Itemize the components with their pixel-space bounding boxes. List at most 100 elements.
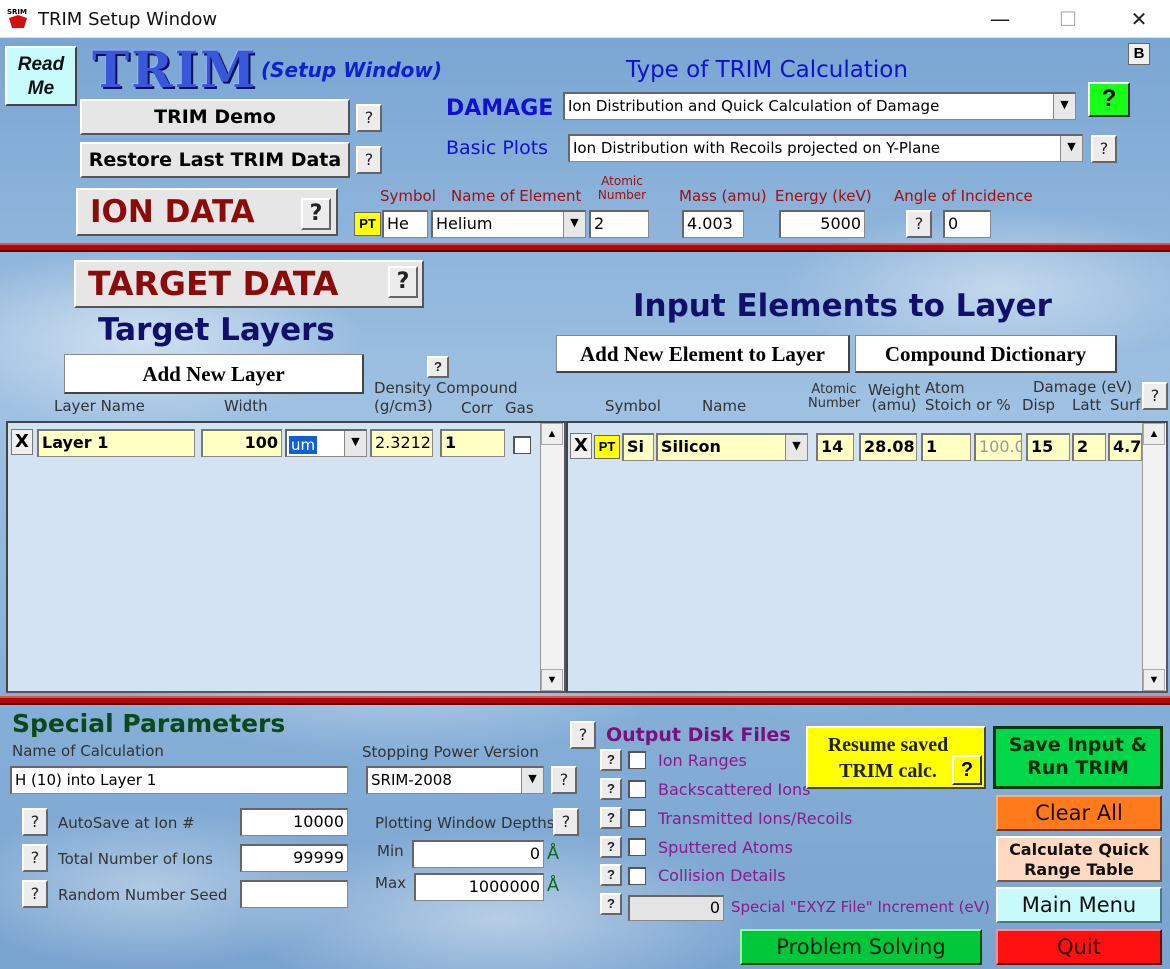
element-atomic-input[interactable]: 14 <box>816 433 854 461</box>
backscattered-help-button[interactable]: ? <box>600 778 622 800</box>
gas-checkbox[interactable] <box>513 436 531 454</box>
scroll-down-icon[interactable]: ▼ <box>541 669 563 691</box>
layer-help-button[interactable]: ? <box>427 356 449 378</box>
surf-header: Surf <box>1110 396 1141 414</box>
basic-plots-select[interactable]: Ion Distribution with Recoils projected … <box>568 134 1083 162</box>
layer-name-input[interactable]: Layer 1 <box>37 429 195 457</box>
ion-periodic-table-button[interactable]: PT <box>354 212 381 236</box>
random-seed-input[interactable] <box>240 880 348 908</box>
quit-button[interactable]: Quit <box>996 929 1162 965</box>
element-percent-input[interactable]: 100.0 <box>974 433 1022 461</box>
element-help-button[interactable]: ? <box>1142 382 1168 410</box>
input-elements-title: Input Elements to Layer <box>633 288 1052 324</box>
element-latt-input[interactable]: 2 <box>1072 433 1106 461</box>
b-button[interactable]: B <box>1128 43 1150 65</box>
element-symbol-input[interactable]: Si <box>622 433 654 461</box>
minimize-button[interactable]: — <box>964 0 1036 38</box>
layer-width-input[interactable]: 100 <box>201 429 282 457</box>
chevron-down-icon[interactable]: ▼ <box>563 212 585 237</box>
total-ions-help-button[interactable]: ? <box>22 844 48 872</box>
chevron-down-icon[interactable]: ▼ <box>1060 136 1082 161</box>
ion-atomic-number-input[interactable]: 2 <box>589 210 649 238</box>
collision-details-help-button[interactable]: ? <box>600 864 622 886</box>
autosave-help-button[interactable]: ? <box>22 808 48 836</box>
backscattered-checkbox[interactable] <box>628 780 646 798</box>
gas-header: Gas <box>505 399 534 417</box>
calculate-quick-range-table-button[interactable]: Calculate Quick Range Table <box>996 836 1162 882</box>
output-help-button[interactable]: ? <box>570 721 596 749</box>
angle-help-button[interactable]: ? <box>906 210 932 238</box>
ion-energy-header: Energy (keV) <box>775 187 872 205</box>
read-me-button[interactable]: Read Me <box>5 46 77 106</box>
elements-scrollbar[interactable]: ▲ ▼ <box>1142 423 1166 691</box>
stopping-power-select[interactable]: SRIM-2008 ▼ <box>366 766 544 794</box>
chevron-down-icon[interactable]: ▼ <box>344 431 366 456</box>
chevron-down-icon[interactable]: ▼ <box>1053 94 1075 119</box>
collision-details-checkbox[interactable] <box>628 867 646 885</box>
chevron-down-icon[interactable]: ▼ <box>521 768 543 793</box>
add-new-layer-button[interactable]: Add New Layer <box>64 354 364 394</box>
ion-ranges-checkbox[interactable] <box>628 751 646 769</box>
calc-name-input[interactable]: H (10) into Layer 1 <box>10 766 348 794</box>
transmitted-checkbox[interactable] <box>628 809 646 827</box>
chevron-down-icon[interactable]: ▼ <box>785 435 807 460</box>
restore-help-button[interactable]: ? <box>356 146 382 174</box>
sputtered-label: Sputtered Atoms <box>658 838 793 857</box>
plotting-depths-help-button[interactable]: ? <box>553 808 579 836</box>
ion-energy-input[interactable]: 5000 <box>779 210 865 238</box>
scroll-up-icon[interactable]: ▲ <box>541 423 563 445</box>
save-input-run-trim-button[interactable]: Save Input & Run TRIM <box>993 726 1163 789</box>
max-depth-input[interactable]: 1000000 <box>414 873 544 901</box>
min-depth-input[interactable]: 0 <box>412 840 544 868</box>
close-button[interactable]: ✕ <box>1103 0 1170 38</box>
transmitted-help-button[interactable]: ? <box>600 807 622 829</box>
delete-layer-button[interactable]: X <box>11 429 33 455</box>
setup-window-client: Read Me TRIM (Setup Window) B TRIM Demo … <box>0 38 1170 969</box>
ion-ranges-help-button[interactable]: ? <box>600 749 622 771</box>
element-name-select[interactable]: Silicon ▼ <box>656 433 808 461</box>
basic-plots-help-button[interactable]: ? <box>1091 135 1117 163</box>
ion-angle-input[interactable]: 0 <box>943 210 991 238</box>
scroll-up-icon[interactable]: ▲ <box>1143 423 1165 445</box>
restore-last-trim-data-button[interactable]: Restore Last TRIM Data <box>80 142 350 178</box>
trim-demo-button[interactable]: TRIM Demo <box>80 99 350 135</box>
width-unit-select[interactable]: um ▼ <box>285 429 367 457</box>
ion-symbol-input[interactable]: He <box>382 210 428 238</box>
calc-type-help-button[interactable]: ? <box>1088 82 1130 117</box>
damage-select[interactable]: Ion Distribution and Quick Calculation o… <box>563 92 1076 120</box>
ion-name-select[interactable]: Helium ▼ <box>431 210 586 238</box>
layer-corr-input[interactable]: 1 <box>440 429 505 457</box>
ion-name-header: Name of Element <box>451 187 582 205</box>
total-ions-input[interactable]: 99999 <box>240 844 348 872</box>
element-weight-input[interactable]: 28.08 <box>859 433 917 461</box>
ion-data-help-button[interactable]: ? <box>301 198 331 230</box>
compound-dictionary-button[interactable]: Compound Dictionary <box>855 335 1117 373</box>
latt-header: Latt <box>1072 396 1102 414</box>
element-disp-input[interactable]: 15 <box>1026 433 1070 461</box>
main-menu-button[interactable]: Main Menu <box>996 887 1162 923</box>
scroll-down-icon[interactable]: ▼ <box>1143 669 1165 691</box>
stopping-power-help-button[interactable]: ? <box>551 766 577 794</box>
element-stoich-input[interactable]: 1 <box>921 433 971 461</box>
maximize-button[interactable]: ☐ <box>1032 0 1104 38</box>
elements-panel: X PT Si Silicon ▼ 14 28.08 1 100.0 15 2 … <box>566 421 1168 693</box>
clear-all-button[interactable]: Clear All <box>996 795 1162 831</box>
element-weight-header: Weight (amu) <box>868 381 921 414</box>
exyz-help-button[interactable]: ? <box>600 893 622 915</box>
random-seed-help-button[interactable]: ? <box>22 880 48 908</box>
problem-solving-button[interactable]: Problem Solving <box>740 929 982 965</box>
layers-scrollbar[interactable]: ▲ ▼ <box>540 423 564 691</box>
exyz-increment-input[interactable]: 0 <box>628 895 724 921</box>
sputtered-checkbox[interactable] <box>628 838 646 856</box>
delete-element-button[interactable]: X <box>570 433 592 459</box>
add-new-element-button[interactable]: Add New Element to Layer <box>556 335 850 373</box>
element-surf-input[interactable]: 4.7 <box>1108 433 1142 461</box>
ion-mass-input[interactable]: 4.003 <box>682 210 744 238</box>
sputtered-help-button[interactable]: ? <box>600 836 622 858</box>
target-data-help-button[interactable]: ? <box>388 266 418 298</box>
autosave-input[interactable]: 10000 <box>240 808 348 836</box>
resume-help-button[interactable]: ? <box>952 755 982 785</box>
layer-density-input[interactable]: 2.3212 <box>370 429 433 457</box>
element-periodic-table-button[interactable]: PT <box>594 435 620 459</box>
trim-demo-help-button[interactable]: ? <box>356 104 382 132</box>
